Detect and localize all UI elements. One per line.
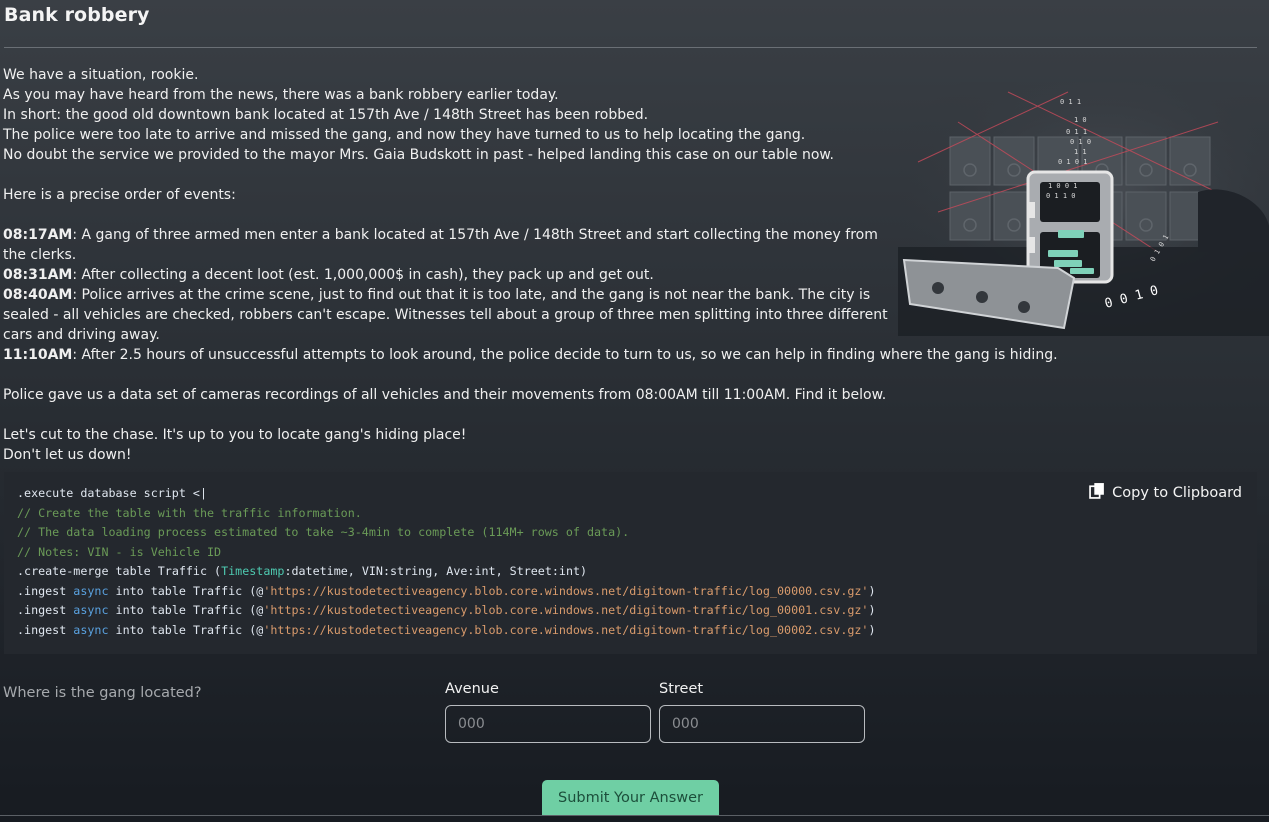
submit-answer-button[interactable]: Submit Your Answer (542, 780, 719, 816)
code-line: .create-merge table Traffic (Timestamp:d… (17, 564, 588, 578)
event-time: 08:17AM (3, 227, 73, 243)
event-time: 11:10AM (3, 347, 73, 363)
event-time: 08:40AM (3, 287, 73, 303)
bottom-divider (0, 815, 1269, 816)
title-divider (4, 47, 1257, 48)
code-line: .ingest async into table Traffic (@'http… (17, 583, 876, 598)
code-comment: // The data loading process estimated to… (17, 525, 630, 539)
dataset-note: Police gave us a data set of cameras rec… (3, 387, 887, 403)
event-item: 11:10AM: After 2.5 hours of unsuccessful… (3, 345, 1103, 365)
event-item: 08:40AM: Police arrives at the crime sce… (3, 285, 893, 345)
avenue-input[interactable] (445, 705, 651, 743)
closing-line: Let's cut to the chase. It's up to you t… (3, 427, 467, 443)
copy-to-clipboard-button[interactable]: Copy to Clipboard (1089, 482, 1242, 506)
code-lines: .execute database script <| // Create th… (17, 484, 876, 640)
binary-digits: 0 1 1 (1060, 98, 1081, 106)
event-text: : Police arrives at the crime scene, jus… (3, 287, 888, 343)
street-input[interactable] (659, 705, 865, 743)
street-label: Street (659, 681, 704, 697)
answer-question: Where is the gang located? (3, 685, 202, 701)
page-title: Bank robbery (4, 4, 150, 26)
bank-vault-illustration: 0 1 1 1 0 0 1 1 0 1 0 1 1 0 1 0 1 1 0 0 … (898, 82, 1269, 336)
binary-digits: 0 1 1 (1066, 128, 1087, 136)
binary-digits: 0 1 0 1 (1058, 158, 1088, 166)
binary-digits: 1 0 (1074, 116, 1087, 124)
event-text: : After collecting a decent loot (est. 1… (72, 267, 654, 283)
binary-digits: 1 0 0 1 (1048, 182, 1078, 190)
event-text: : After 2.5 hours of unsuccessful attemp… (72, 347, 1058, 363)
binary-digits: 0 1 0 (1070, 138, 1091, 146)
code-comment: // Create the table with the traffic inf… (17, 505, 362, 520)
binary-digits: 0 1 1 0 (1046, 192, 1076, 200)
code-comment: // Notes: VIN - is Vehicle ID (17, 544, 222, 559)
code-line: .ingest async into table Traffic (@'http… (17, 603, 876, 617)
event-time: 08:31AM (3, 267, 73, 283)
code-block: Copy to Clipboard .execute database scri… (4, 472, 1257, 654)
avenue-label: Avenue (445, 681, 499, 697)
code-line: .execute database script <| (17, 486, 207, 500)
event-item: 08:17AM: A gang of three armed men enter… (3, 225, 893, 265)
closing-line: Don't let us down! (3, 447, 132, 463)
binary-digits: 1 1 (1074, 148, 1087, 156)
code-line: .ingest async into table Traffic (@'http… (17, 622, 876, 637)
event-item: 08:31AM: After collecting a decent loot … (3, 265, 893, 285)
event-text: : A gang of three armed men enter a bank… (3, 227, 878, 263)
copy-label: Copy to Clipboard (1112, 485, 1242, 501)
clipboard-icon (1089, 482, 1106, 506)
